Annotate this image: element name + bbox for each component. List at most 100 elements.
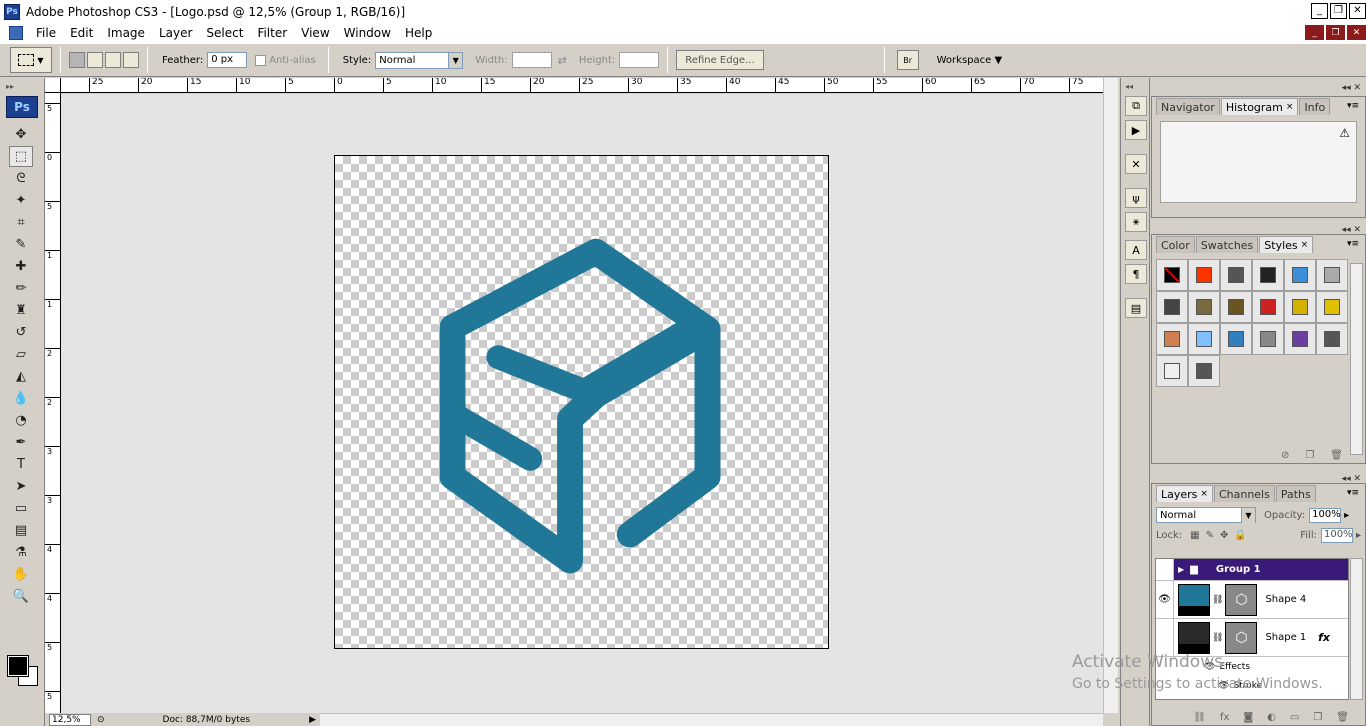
lock-position-icon[interactable]: ✥ bbox=[1220, 530, 1228, 541]
visibility-toggle[interactable] bbox=[1156, 559, 1174, 580]
clone-source-icon[interactable]: ⚹ bbox=[1125, 212, 1147, 232]
tab-paths[interactable]: Paths bbox=[1275, 485, 1316, 502]
style-swatch[interactable] bbox=[1316, 291, 1348, 323]
new-selection-button[interactable] bbox=[69, 52, 85, 68]
paint-bucket-tool[interactable]: ◭ bbox=[9, 366, 33, 387]
type-tool[interactable]: T bbox=[9, 454, 33, 475]
style-swatch[interactable] bbox=[1284, 291, 1316, 323]
visibility-toggle[interactable] bbox=[1156, 619, 1174, 656]
vector-mask-thumbnail[interactable]: ⬡ bbox=[1225, 621, 1258, 654]
brushes-icon[interactable]: ψ bbox=[1125, 188, 1147, 208]
menu-window[interactable]: Window bbox=[337, 26, 398, 40]
refine-edge-button[interactable]: Refine Edge... bbox=[676, 50, 764, 70]
feather-input[interactable]: 0 px bbox=[207, 52, 248, 68]
panel-collapse-icon[interactable]: ◂◂ ✕ bbox=[1342, 225, 1361, 235]
character-icon[interactable]: A bbox=[1125, 240, 1147, 260]
foreground-color-chip[interactable] bbox=[7, 655, 29, 677]
style-swatch[interactable] bbox=[1252, 291, 1284, 323]
eye-icon[interactable]: 👁 bbox=[1156, 581, 1174, 618]
close-icon[interactable]: × bbox=[1286, 102, 1294, 112]
document-icon[interactable] bbox=[9, 26, 23, 40]
menu-edit[interactable]: Edit bbox=[63, 26, 100, 40]
photoshop-logo[interactable]: Ps bbox=[6, 96, 38, 118]
eyedropper-tool[interactable]: ⚗ bbox=[9, 542, 33, 563]
warning-icon[interactable]: ⚠ bbox=[1339, 126, 1350, 140]
styles-scrollbar[interactable] bbox=[1350, 263, 1363, 455]
grip-icon[interactable]: ▸▸ bbox=[6, 82, 38, 92]
lasso-tool[interactable]: ᘓ bbox=[9, 168, 33, 189]
link-layers-icon[interactable]: ⛓ bbox=[1193, 712, 1206, 723]
brush-tool[interactable]: ✏ bbox=[9, 278, 33, 299]
doc-close-button[interactable]: ✕ bbox=[1347, 25, 1366, 40]
height-input[interactable] bbox=[619, 52, 660, 68]
subtract-selection-button[interactable] bbox=[105, 52, 121, 68]
layer-row-shape-4[interactable]: 👁 ⛓ ⬡ Shape 4 bbox=[1156, 581, 1348, 619]
new-layer-icon[interactable]: ❐ bbox=[1313, 712, 1322, 723]
panel-collapse-icon[interactable]: ◂◂ ✕ bbox=[1342, 83, 1361, 93]
history-icon[interactable]: ⧉ bbox=[1125, 96, 1147, 116]
effects-row[interactable]: 👁 Effects bbox=[1156, 657, 1348, 676]
horizontal-ruler[interactable]: 25 20 15 10 5 0 5 10 15 20 25 30 35 40 45 50 55 60 65 70 75 bbox=[61, 78, 1103, 93]
menu-image[interactable]: Image bbox=[100, 26, 152, 40]
eye-icon[interactable]: 👁 bbox=[1204, 662, 1215, 672]
minimize-button[interactable]: _ bbox=[1311, 3, 1328, 19]
panel-collapse-icon[interactable]: ◂◂ ✕ bbox=[1342, 474, 1361, 484]
tab-channels[interactable]: Channels bbox=[1213, 485, 1275, 502]
maximize-button[interactable]: ❐ bbox=[1330, 3, 1347, 19]
add-to-selection-button[interactable] bbox=[87, 52, 103, 68]
workspace-menu[interactable]: Workspace ▼ bbox=[937, 55, 1003, 66]
style-swatch[interactable] bbox=[1156, 323, 1188, 355]
tab-styles[interactable]: Styles × bbox=[1259, 236, 1314, 253]
opacity-arrow-icon[interactable]: ▸ bbox=[1344, 510, 1349, 521]
new-style-icon[interactable]: ❐ bbox=[1305, 450, 1314, 461]
expand-triangle-icon[interactable]: ▶ bbox=[1178, 565, 1184, 574]
style-swatch[interactable] bbox=[1156, 259, 1188, 291]
blend-mode-select[interactable]: Normal ▼ bbox=[1156, 507, 1256, 523]
menu-select[interactable]: Select bbox=[199, 26, 250, 40]
tab-color[interactable]: Color bbox=[1156, 236, 1195, 253]
panel-menu-icon[interactable]: ▾≡ bbox=[1347, 488, 1359, 498]
lock-all-icon[interactable]: 🔒 bbox=[1234, 530, 1246, 541]
zoom-field[interactable]: 12,5% bbox=[49, 713, 91, 726]
layers-scrollbar[interactable] bbox=[1350, 558, 1363, 700]
width-input[interactable] bbox=[511, 52, 552, 68]
style-swatch[interactable] bbox=[1188, 259, 1220, 291]
magic-wand-tool[interactable]: ✦ bbox=[9, 190, 33, 211]
lock-pixels-icon[interactable]: ✎ bbox=[1206, 530, 1214, 541]
fill-arrow-icon[interactable]: ▸ bbox=[1356, 530, 1361, 541]
menu-filter[interactable]: Filter bbox=[250, 26, 294, 40]
bridge-icon[interactable]: Br bbox=[896, 50, 919, 70]
stroke-effect-row[interactable]: 👁 Stroke bbox=[1156, 676, 1348, 695]
lock-transparency-icon[interactable]: ▦ bbox=[1190, 530, 1199, 541]
crop-tool[interactable]: ⌗ bbox=[9, 212, 33, 233]
menu-file[interactable]: File bbox=[29, 26, 63, 40]
dodge-tool[interactable]: ◔ bbox=[9, 410, 33, 431]
add-layer-style-icon[interactable]: fx bbox=[1220, 712, 1229, 723]
tab-layers[interactable]: Layers × bbox=[1156, 485, 1213, 502]
style-swatch[interactable] bbox=[1220, 291, 1252, 323]
vector-mask-thumbnail[interactable]: ⬡ bbox=[1225, 583, 1258, 616]
close-icon[interactable]: × bbox=[1200, 489, 1208, 499]
adjustment-layer-icon[interactable]: ◐ bbox=[1267, 712, 1276, 723]
paragraph-icon[interactable]: ¶ bbox=[1125, 264, 1147, 284]
status-menu-icon[interactable]: ⊙ bbox=[97, 715, 105, 725]
new-group-icon[interactable]: ▭ bbox=[1290, 712, 1299, 723]
tab-histogram[interactable]: Histogram × bbox=[1220, 98, 1299, 115]
fill-input[interactable]: 100% bbox=[1320, 527, 1353, 543]
vertical-scrollbar[interactable] bbox=[1103, 78, 1118, 713]
eye-icon[interactable]: 👁 bbox=[1218, 681, 1229, 691]
tab-swatches[interactable]: Swatches bbox=[1195, 236, 1259, 253]
style-select[interactable]: Normal ▼ bbox=[375, 51, 464, 69]
pen-tool[interactable]: ✒ bbox=[9, 432, 33, 453]
menu-view[interactable]: View bbox=[294, 26, 336, 40]
doc-minimize-button[interactable]: _ bbox=[1305, 25, 1324, 40]
layer-row-group-1[interactable]: ▶ ▆ Group 1 bbox=[1156, 559, 1348, 581]
style-swatch[interactable] bbox=[1316, 259, 1348, 291]
layer-effects-icon[interactable]: fx bbox=[1318, 631, 1330, 644]
history-brush-tool[interactable]: ↺ bbox=[9, 322, 33, 343]
antialias-checkbox[interactable] bbox=[255, 54, 267, 66]
grip-icon[interactable]: ◂◂ bbox=[1125, 82, 1145, 92]
link-icon[interactable]: ⛓ bbox=[1212, 633, 1223, 643]
style-swatch[interactable] bbox=[1156, 291, 1188, 323]
clone-stamp-tool[interactable]: ♜ bbox=[9, 300, 33, 321]
